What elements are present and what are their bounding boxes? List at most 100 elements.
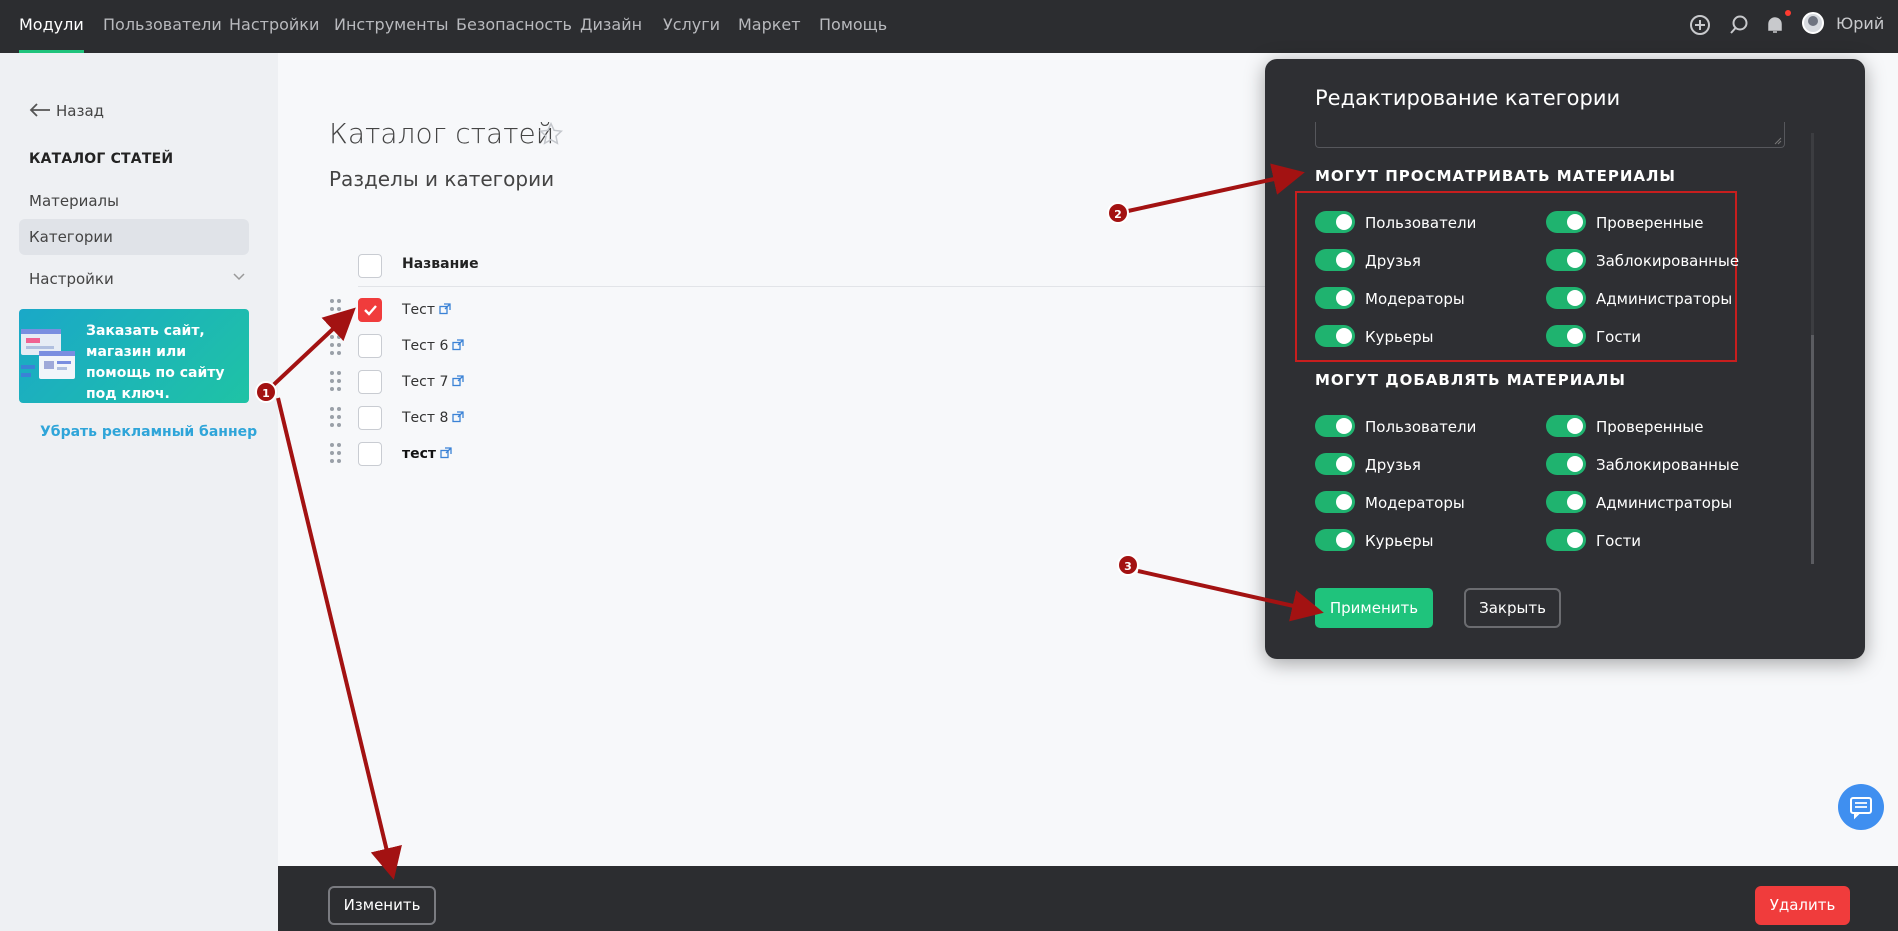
toggle-label: Проверенные — [1596, 214, 1704, 232]
remove-banner-link[interactable]: Убрать рекламный баннер — [40, 424, 257, 440]
toggle-switch[interactable] — [1546, 453, 1586, 475]
nav-item-help[interactable]: Помощь — [819, 0, 887, 53]
chat-button[interactable] — [1838, 784, 1884, 830]
toggle-switch[interactable] — [1546, 491, 1586, 513]
close-button[interactable]: Закрыть — [1464, 588, 1561, 628]
star-icon[interactable] — [538, 121, 564, 147]
toggle-label: Гости — [1596, 328, 1642, 346]
toggle-switch[interactable] — [1315, 211, 1355, 233]
checkmark-icon — [364, 305, 377, 316]
sidebar-item-materials[interactable]: Материалы — [19, 183, 249, 219]
search-icon[interactable] — [1727, 13, 1751, 37]
row-title: Тест 7 — [402, 374, 449, 390]
drag-handle-icon[interactable] — [330, 407, 342, 429]
toggle-label: Администраторы — [1596, 494, 1733, 512]
nav-item-design[interactable]: Дизайн — [580, 0, 642, 53]
external-link-icon[interactable] — [440, 447, 452, 459]
toggle-switch[interactable] — [1546, 415, 1586, 437]
add-permissions-title: МОГУТ ДОБАВЛЯТЬ МАТЕРИАЛЫ — [1315, 371, 1626, 389]
bell-icon[interactable] — [1763, 13, 1787, 37]
drag-handle-icon[interactable] — [330, 299, 342, 321]
back-label: Назад — [56, 102, 105, 120]
toggle-switch[interactable] — [1546, 325, 1586, 347]
row-title: тест — [402, 446, 437, 462]
table-row[interactable]: тест — [330, 440, 830, 470]
delete-button[interactable]: Удалить — [1755, 886, 1850, 925]
toggle-label: Заблокированные — [1596, 456, 1740, 474]
toggle-switch[interactable] — [1315, 325, 1355, 347]
row-title-link[interactable]: Тест 8 — [402, 410, 465, 426]
row-title-link[interactable]: Тест — [402, 302, 451, 318]
arrow-left-icon — [29, 103, 50, 117]
annotation-badge-3: 3 — [1117, 554, 1139, 576]
plus-circle-icon[interactable] — [1688, 13, 1712, 37]
edit-category-modal: Редактирование категории МОГУТ ПРОСМАТРИ… — [1265, 59, 1865, 659]
modal-title: Редактирование категории — [1315, 86, 1621, 110]
promo-banner[interactable]: Заказать сайт, магазин или помощь по сай… — [19, 309, 249, 403]
toggle-switch[interactable] — [1546, 529, 1586, 551]
toggle-switch[interactable] — [1315, 415, 1355, 437]
external-link-icon[interactable] — [452, 339, 465, 351]
sidebar-item-settings[interactable]: Настройки — [19, 261, 249, 297]
user-name[interactable]: Юрий — [1836, 0, 1884, 47]
sidebar-item-categories[interactable]: Категории — [19, 219, 249, 255]
toggle-switch[interactable] — [1315, 529, 1355, 551]
nav-item-tools[interactable]: Инструменты — [334, 0, 449, 53]
external-link-icon[interactable] — [439, 303, 451, 315]
nav-item-market[interactable]: Маркет — [738, 0, 801, 53]
toggle-label: Пользователи — [1365, 214, 1477, 232]
nav-item-users[interactable]: Пользователи — [103, 0, 222, 53]
table-row[interactable]: Тест 8 — [330, 404, 830, 434]
row-checkbox[interactable] — [358, 442, 382, 466]
row-checkbox[interactable] — [358, 334, 382, 358]
description-textarea[interactable] — [1315, 122, 1785, 148]
row-checkbox[interactable] — [358, 406, 382, 430]
table-row[interactable]: Тест 6 — [330, 332, 830, 362]
top-navigation-bar: Модули Пользователи Настройки Инструмент… — [0, 0, 1898, 53]
avatar[interactable] — [1802, 12, 1824, 34]
drag-handle-icon[interactable] — [330, 443, 342, 465]
column-header-name[interactable]: Название — [402, 256, 479, 272]
drag-handle-icon[interactable] — [330, 335, 342, 357]
table-row[interactable]: Тест 7 — [330, 368, 830, 398]
table-row[interactable]: Тест — [330, 296, 830, 326]
page-subtitle: Разделы и категории — [329, 167, 555, 191]
row-checkbox[interactable] — [358, 370, 382, 394]
select-all-checkbox[interactable] — [358, 254, 382, 278]
sidebar-section-title: КАТАЛОГ СТАТЕЙ — [29, 151, 174, 167]
toggle-switch[interactable] — [1546, 211, 1586, 233]
chevron-down-icon — [233, 273, 245, 281]
external-link-icon[interactable] — [452, 375, 465, 387]
toggle-switch[interactable] — [1315, 453, 1355, 475]
toggle-switch[interactable] — [1546, 249, 1586, 271]
nav-item-settings[interactable]: Настройки — [229, 0, 319, 53]
external-link-icon[interactable] — [452, 411, 465, 423]
toggle-switch[interactable] — [1315, 491, 1355, 513]
toggle-label: Проверенные — [1596, 418, 1704, 436]
modal-scrollbar-thumb[interactable] — [1811, 335, 1814, 564]
toggle-switch[interactable] — [1546, 287, 1586, 309]
toggle-label: Пользователи — [1365, 418, 1477, 436]
bottom-action-bar: Изменить Удалить — [278, 866, 1898, 931]
drag-handle-icon[interactable] — [330, 371, 342, 393]
apply-button[interactable]: Применить — [1315, 588, 1433, 628]
nav-item-security[interactable]: Безопасность — [456, 0, 572, 53]
nav-item-services[interactable]: Услуги — [663, 0, 720, 53]
toggle-label: Гости — [1596, 532, 1642, 550]
sidebar-item-label: Настройки — [29, 270, 114, 288]
chat-icon — [1850, 797, 1872, 820]
edit-button[interactable]: Изменить — [328, 886, 436, 925]
nav-item-modules[interactable]: Модули — [19, 0, 84, 53]
sidebar-item-label: Материалы — [29, 192, 119, 210]
toggle-switch[interactable] — [1315, 249, 1355, 271]
header-divider — [358, 286, 1268, 287]
row-title-link[interactable]: Тест 6 — [402, 338, 465, 354]
resize-handle-icon[interactable] — [1774, 137, 1782, 145]
toggle-switch[interactable] — [1315, 287, 1355, 309]
row-title-link[interactable]: тест — [402, 446, 452, 462]
notification-dot — [1785, 10, 1791, 16]
row-title: Тест — [402, 302, 436, 318]
row-title-link[interactable]: Тест 7 — [402, 374, 465, 390]
sidebar: Назад КАТАЛОГ СТАТЕЙ Материалы Категории… — [0, 53, 278, 931]
row-checkbox[interactable] — [358, 298, 382, 322]
